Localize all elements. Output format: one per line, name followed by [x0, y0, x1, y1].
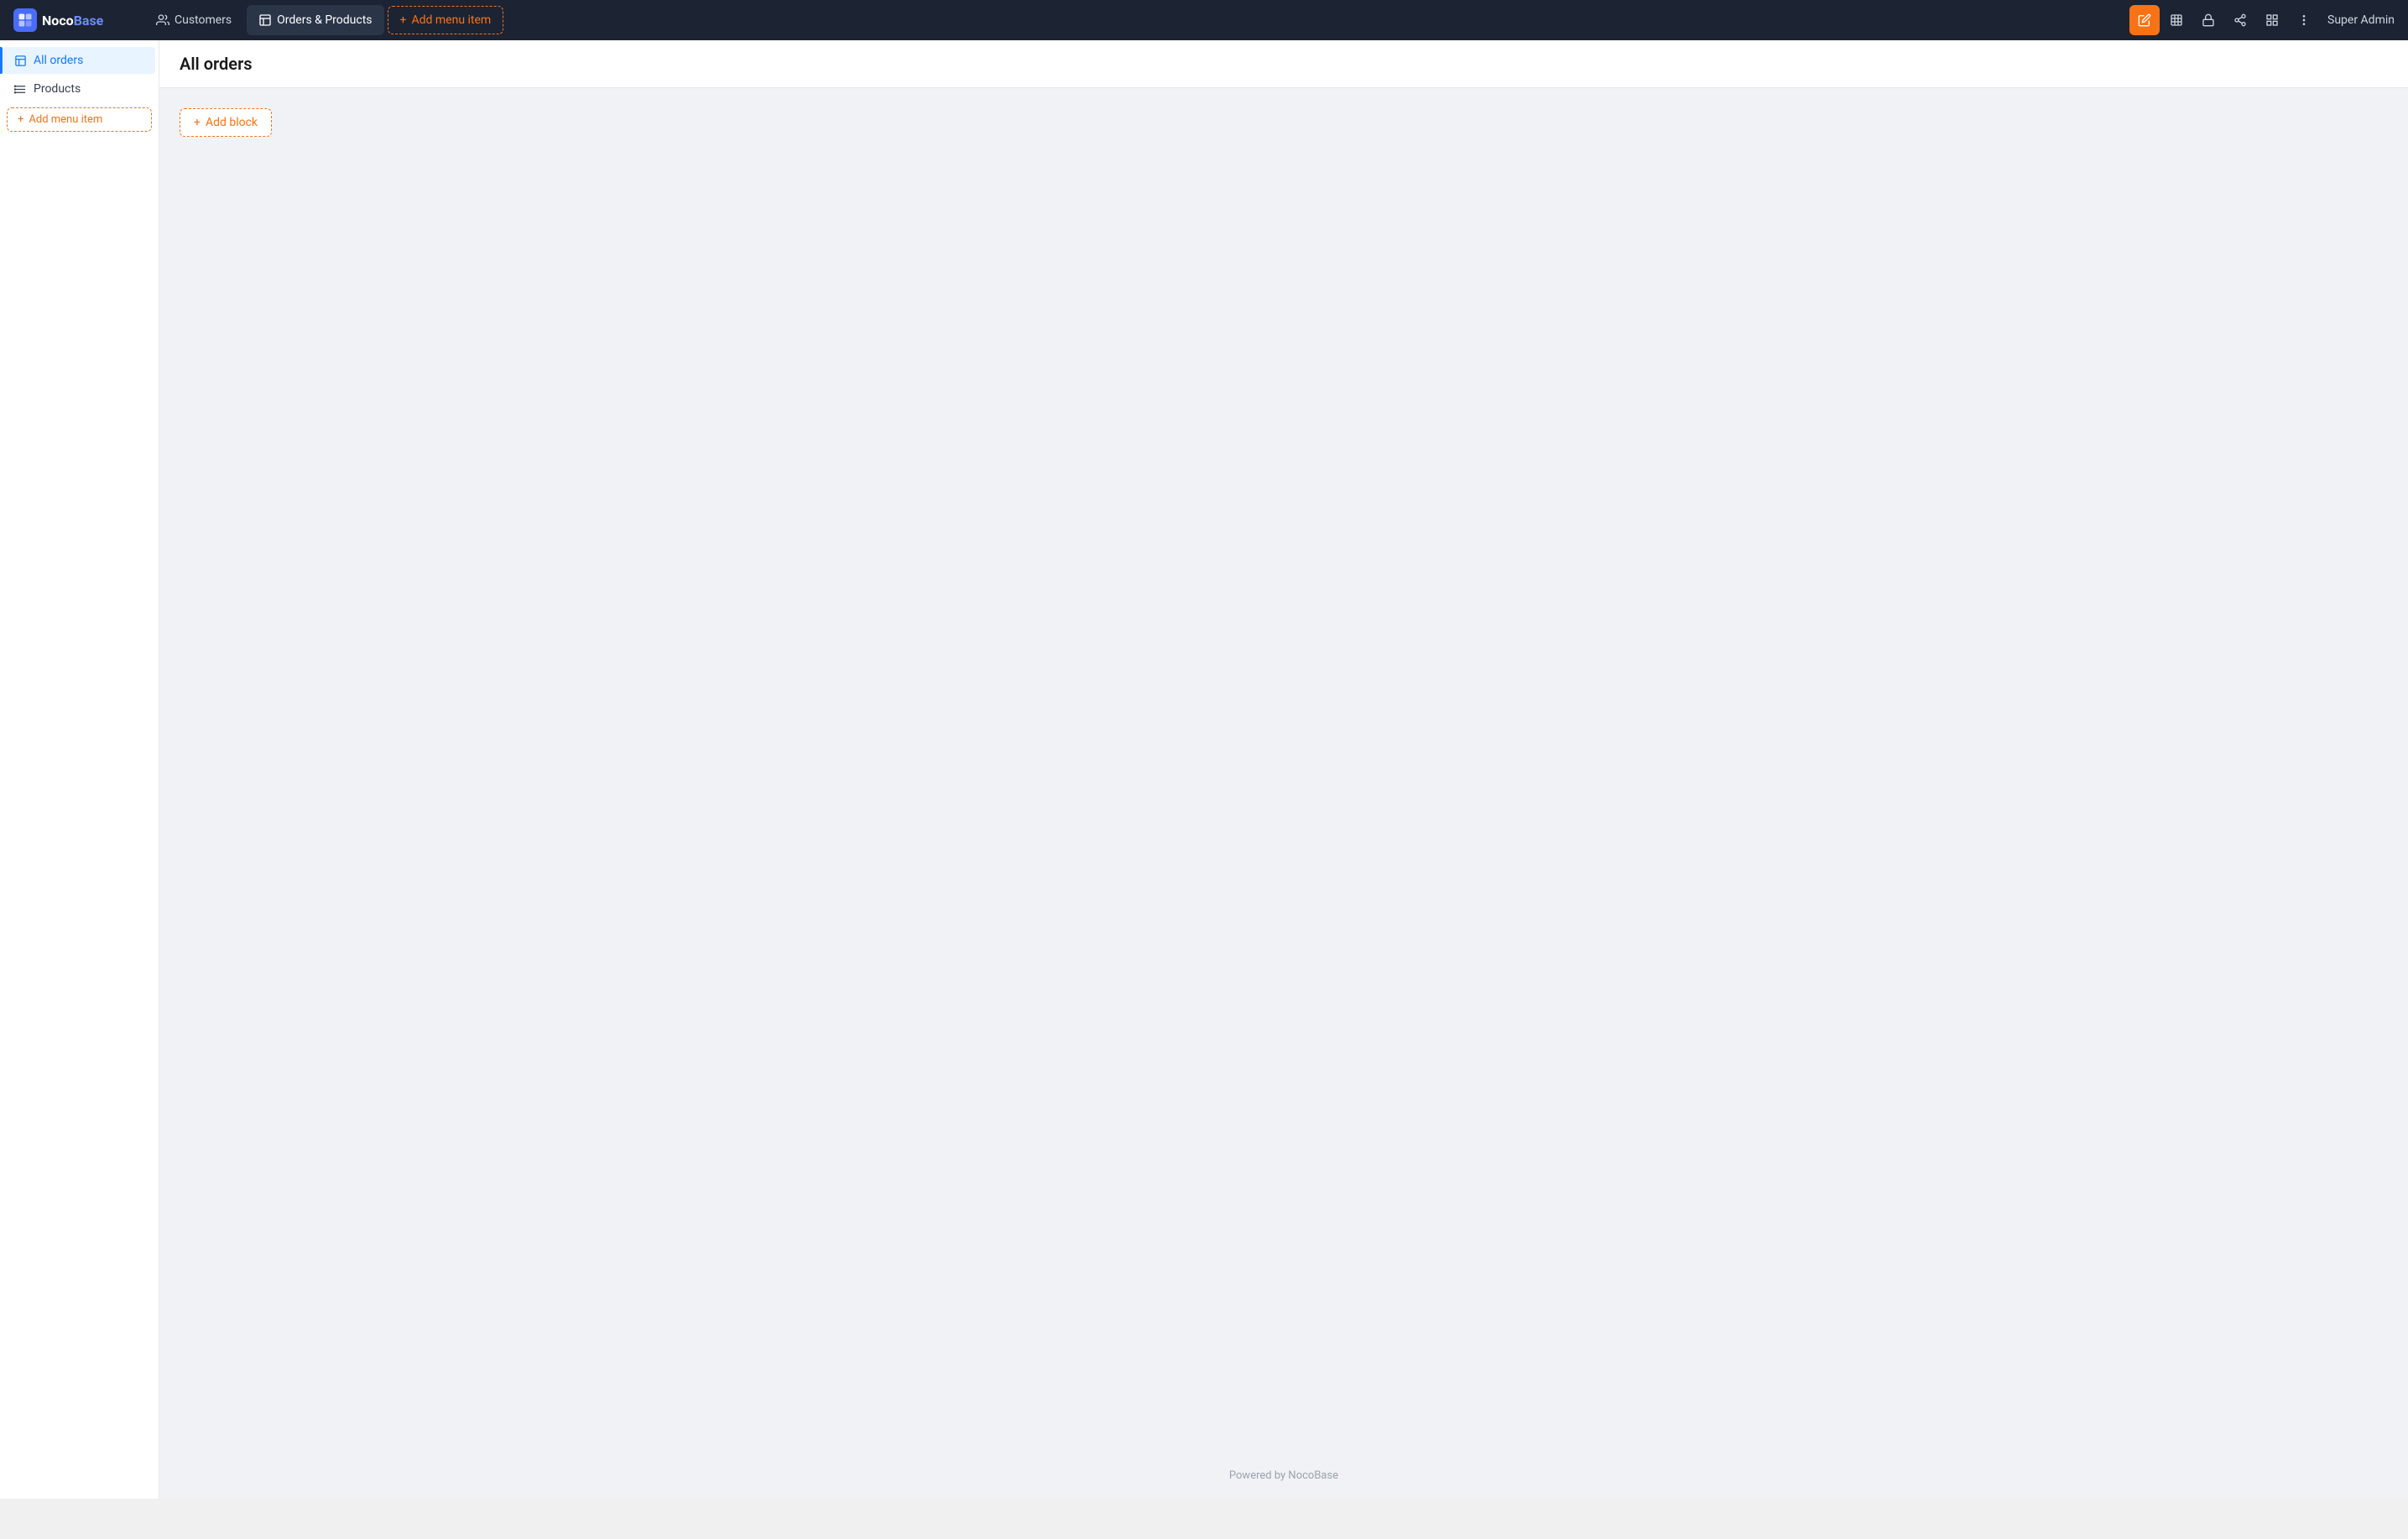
- add-menu-plus-icon: +: [400, 13, 407, 27]
- all-orders-label: All orders: [34, 54, 83, 67]
- sidebar-item-all-orders[interactable]: All orders: [3, 47, 155, 74]
- page-title: All orders: [180, 54, 2388, 74]
- sidebar-add-menu-label: Add menu item: [29, 113, 102, 126]
- customers-label: Customers: [175, 13, 232, 27]
- logo-base: Base: [74, 13, 104, 29]
- main-content: All orders + Add block Powered by NocoBa…: [159, 40, 2408, 1499]
- powered-by: Powered by NocoBase: [1229, 1469, 1338, 1482]
- sidebar-item-products[interactable]: Products: [3, 76, 155, 102]
- logo-noco: Noco: [42, 13, 74, 29]
- add-menu-label: Add menu item: [411, 13, 491, 27]
- page-header: All orders: [159, 40, 2408, 88]
- sidebar-add-plus-icon: +: [18, 113, 23, 126]
- main-layout: All orders Products + Add menu item: [0, 40, 2408, 1499]
- nav-customers[interactable]: Customers: [144, 5, 243, 35]
- orders-products-label: Orders & Products: [277, 13, 372, 27]
- page-body: + Add block Powered by NocoBase: [159, 88, 2408, 1499]
- logo-icon: [13, 8, 37, 32]
- layout-icon-btn[interactable]: [2257, 5, 2287, 35]
- add-block-button[interactable]: + Add block: [180, 108, 272, 137]
- topbar: NocoBase Customers Orders & Products +: [0, 0, 2408, 40]
- logo-text: NocoBase: [42, 13, 103, 29]
- add-block-label: Add block: [206, 116, 258, 129]
- sidebar: All orders Products + Add menu item: [0, 40, 159, 1499]
- customers-icon: [156, 13, 169, 27]
- nav-add-menu-item[interactable]: + Add menu item: [388, 6, 504, 34]
- logo-area[interactable]: NocoBase: [7, 8, 141, 32]
- sidebar-add-menu-item[interactable]: + Add menu item: [7, 107, 152, 132]
- edit-icon-btn[interactable]: [2129, 5, 2160, 35]
- products-label: Products: [34, 82, 81, 96]
- user-label[interactable]: Super Admin: [2321, 13, 2401, 27]
- more-icon-btn[interactable]: [2289, 5, 2319, 35]
- nav-orders-products[interactable]: Orders & Products: [247, 5, 383, 35]
- lock-icon-btn[interactable]: [2193, 5, 2223, 35]
- table-icon-btn[interactable]: [2161, 5, 2192, 35]
- products-icon: [13, 82, 27, 96]
- orders-icon: [258, 13, 272, 27]
- all-orders-icon: [13, 54, 27, 67]
- nav-right-buttons: Super Admin: [2129, 5, 2401, 35]
- share-icon-btn[interactable]: [2225, 5, 2255, 35]
- add-block-plus-icon: +: [194, 116, 201, 129]
